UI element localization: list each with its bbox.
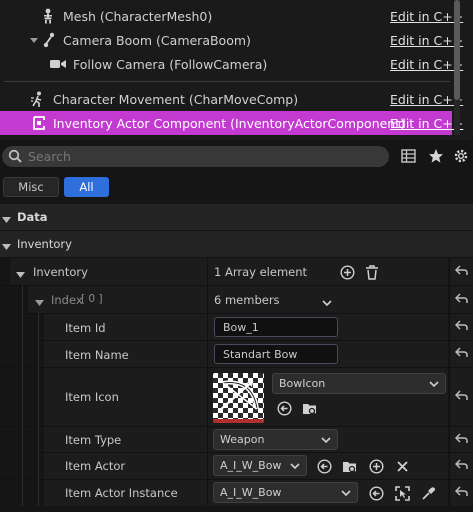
actor-component-icon [31, 115, 47, 131]
tree-scrollbar-thumb[interactable] [454, 0, 460, 100]
selected-value: A_I_W_Bow [220, 459, 282, 472]
property-row-inventory-array: Inventory 1 Array element [0, 257, 473, 285]
property-label: Item Icon [65, 390, 119, 404]
search-icon [8, 149, 22, 166]
bow-icon [218, 380, 259, 412]
chevron-down-icon[interactable] [322, 296, 332, 310]
property-row-item-type: Item Type Weapon [0, 426, 473, 452]
property-label: Inventory [33, 265, 88, 279]
item-actor-class-picker[interactable]: A_I_W_Bow [213, 455, 307, 476]
use-selected-asset-arrow-icon[interactable] [275, 399, 293, 417]
chevron-down-icon [429, 378, 439, 391]
indent-guide [22, 285, 23, 506]
reset-to-default-icon[interactable] [454, 459, 468, 473]
character-movement-icon [30, 91, 46, 107]
delete-trash-icon[interactable] [363, 263, 381, 281]
property-label: Item Actor [65, 459, 126, 473]
search-input[interactable] [28, 147, 378, 166]
property-label: Item Name [65, 348, 129, 362]
category-data[interactable]: Data [0, 204, 473, 230]
collapse-arrow-icon[interactable] [35, 296, 44, 310]
reset-to-default-icon[interactable] [454, 264, 468, 279]
component-row-inventory-actor-component[interactable]: Inventory Actor Component (InventoryActo… [0, 111, 463, 135]
item-actor-instance-picker[interactable]: A_I_W_Bow [213, 482, 358, 503]
reset-to-default-icon[interactable] [454, 432, 468, 447]
item-type-dropdown[interactable]: Weapon [213, 429, 338, 450]
component-row-follow-camera[interactable]: Follow Camera (FollowCamera) Edit in C++ [0, 52, 463, 76]
property-row-item-id: Item Id Bow_1 [0, 313, 473, 340]
category-label: Inventory [17, 237, 72, 251]
property-row-item-actor-instance: Item Actor Instance A_I_W_Bow [0, 479, 473, 506]
reset-to-default-icon[interactable] [454, 320, 468, 334]
texture-thumbnail[interactable] [213, 373, 264, 423]
browse-asset-folder-icon[interactable] [301, 399, 319, 417]
chevron-down-icon [290, 460, 300, 473]
eyedropper-pick-icon[interactable] [419, 484, 437, 502]
property-label: Item Actor Instance [65, 486, 178, 500]
index-number: [ 0 ] [81, 293, 103, 305]
camera-icon [50, 56, 66, 72]
collapse-arrow-icon[interactable] [2, 240, 11, 254]
reset-to-default-icon[interactable] [454, 486, 468, 500]
component-row-mesh[interactable]: Mesh (CharacterMesh0) Edit in C++ [0, 4, 463, 28]
settings-gear-icon[interactable] [453, 148, 469, 167]
edit-in-cpp-link[interactable]: Edit in C++ [390, 57, 463, 72]
component-label: Inventory Actor Component (InventoryActo… [53, 115, 406, 131]
reset-to-default-icon[interactable] [454, 347, 468, 361]
property-label: Item Id [65, 321, 106, 335]
add-new-plus-icon[interactable] [367, 457, 385, 475]
chevron-down-icon [341, 487, 351, 500]
spring-arm-icon [41, 32, 57, 48]
category-label: Data [17, 210, 48, 224]
reset-to-default-icon[interactable] [454, 292, 468, 307]
category-inventory[interactable]: Inventory [0, 231, 473, 257]
edit-in-cpp-link[interactable]: Edit in C++ [390, 33, 463, 48]
item-id-textbox[interactable]: Bow_1 [214, 317, 338, 337]
struct-members-text: 6 members [214, 293, 280, 307]
search-box[interactable] [2, 146, 389, 167]
property-row-item-actor: Item Actor A_I_W_Bow [0, 452, 473, 479]
component-label: Camera Boom (CameraBoom) [63, 32, 251, 48]
browse-asset-folder-icon[interactable] [341, 457, 359, 475]
edit-in-cpp-link[interactable]: Edit in C++ [390, 116, 463, 131]
skeletal-mesh-icon [40, 8, 56, 24]
index-label: Index [51, 293, 83, 307]
collapse-arrow-icon[interactable] [16, 268, 25, 282]
component-label: Follow Camera (FollowCamera) [73, 56, 268, 72]
item-icon-asset-picker[interactable]: BowIcon [272, 373, 446, 394]
component-row-camera-boom[interactable]: Camera Boom (CameraBoom) Edit in C++ [0, 28, 463, 52]
asset-type-color-strip [213, 419, 264, 423]
collapse-arrow-icon[interactable] [2, 213, 11, 227]
property-row-item-icon: Item Icon BowIcon [0, 367, 473, 426]
edit-in-cpp-link[interactable]: Edit in C++ [390, 92, 463, 107]
component-tree: Mesh (CharacterMesh0) Edit in C++ Camera… [0, 0, 473, 140]
component-label: Mesh (CharacterMesh0) [63, 8, 213, 24]
property-row-item-name: Item Name Standart Bow [0, 340, 473, 367]
favorites-star-icon[interactable] [428, 148, 444, 167]
property-row-index-struct: Index [ 0 ] 6 members [0, 285, 473, 313]
array-count-text: 1 Array element [214, 265, 308, 279]
use-selected-asset-arrow-icon[interactable] [315, 457, 333, 475]
edit-in-cpp-link[interactable]: Edit in C++ [390, 9, 463, 24]
select-actor-frame-icon[interactable] [393, 484, 411, 502]
property-matrix-icon[interactable] [401, 149, 416, 166]
selected-value: Weapon [220, 433, 265, 446]
property-label: Item Type [65, 433, 122, 447]
asset-name: BowIcon [279, 377, 326, 390]
filter-tab-misc[interactable]: Misc [3, 177, 59, 197]
reset-to-default-icon[interactable] [454, 390, 468, 404]
clear-x-icon[interactable] [393, 457, 411, 475]
filter-tab-all[interactable]: All [64, 177, 109, 197]
expand-down-arrow-icon[interactable] [26, 32, 42, 48]
item-name-textbox[interactable]: Standart Bow [214, 344, 338, 364]
indent-guide [38, 313, 39, 506]
chevron-down-icon [321, 434, 331, 447]
add-element-plus-icon[interactable] [338, 263, 356, 281]
component-row-character-movement[interactable]: Character Movement (CharMoveComp) Edit i… [0, 87, 463, 111]
use-selected-actor-arrow-icon[interactable] [367, 484, 385, 502]
component-label: Character Movement (CharMoveComp) [53, 91, 299, 107]
selected-value: A_I_W_Bow [220, 486, 282, 499]
tree-separator [4, 81, 450, 82]
